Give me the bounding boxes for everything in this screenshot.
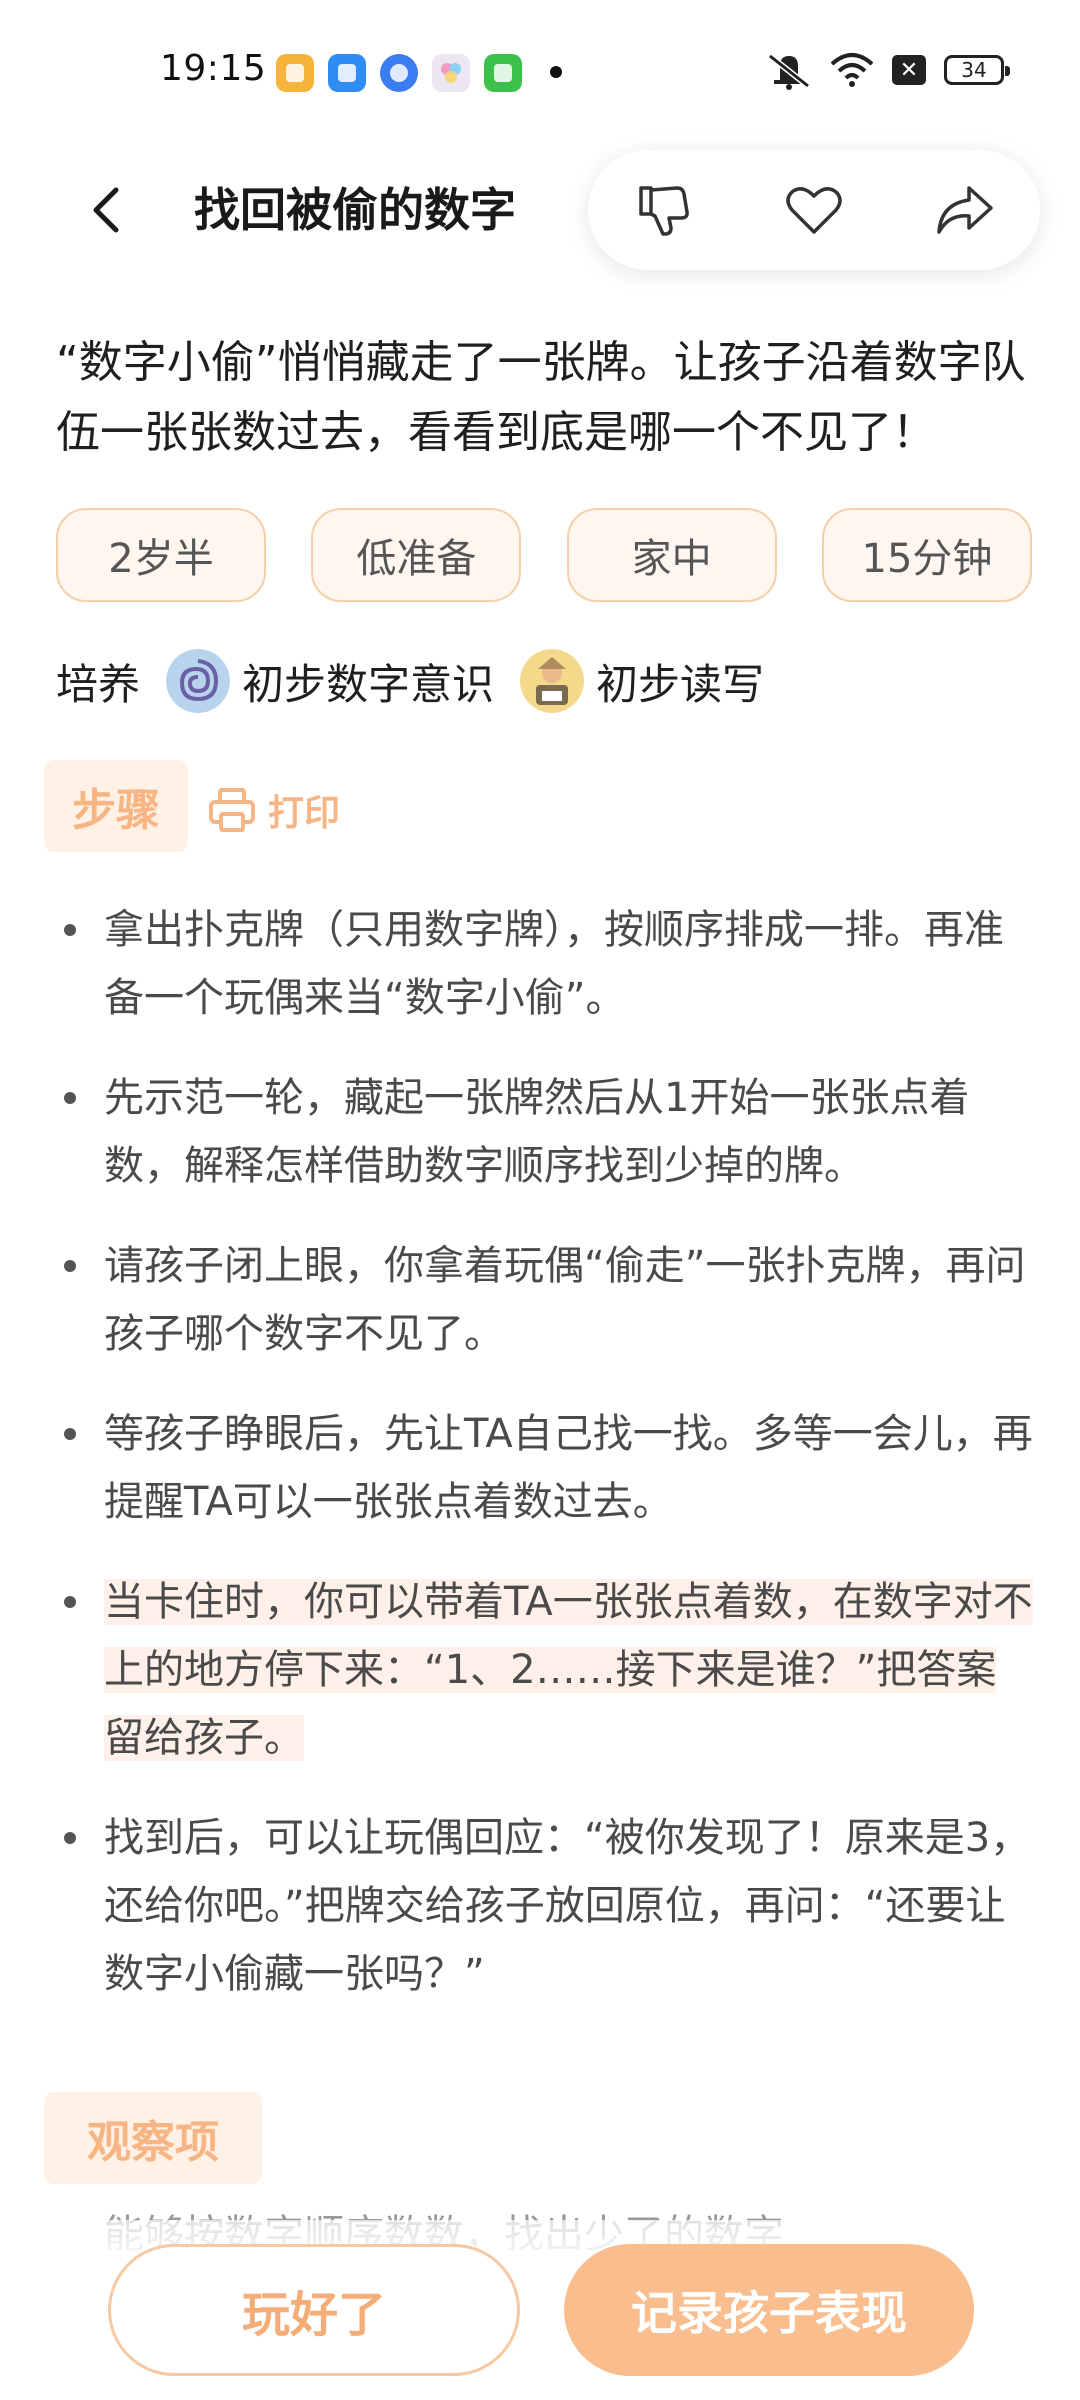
literacy-skill-icon: [520, 649, 585, 713]
gallery-app-icon: [432, 54, 470, 92]
back-arrow-icon: [93, 187, 119, 233]
steps-list: 拿出扑克牌（只用数字牌），按顺序排成一排。再准备一个玩偶来当“数字小偷”。 先示…: [56, 896, 1036, 2040]
skill-number-sense: 初步数字意识: [242, 659, 495, 709]
share-icon: [936, 186, 993, 234]
highlighted-step-text: 当卡住时，你可以带着TA一张张点着数，在数字对不上的地方停下来：“1、2……接下…: [104, 1579, 1033, 1761]
activity-description: “数字小偷”悄悄藏走了一张牌。让孩子沿着数字队伍一张张数过去，看看到底是哪一个不…: [56, 337, 1026, 458]
close-box-icon: ✕: [892, 55, 926, 85]
favorite-button[interactable]: [774, 170, 854, 250]
status-bar: 19:15 ✕ 34: [0, 0, 1080, 140]
record-performance-button[interactable]: 记录孩子表现: [564, 2244, 974, 2376]
page-title: 找回被偷的数字: [194, 183, 516, 237]
more-notifications-dot: [550, 66, 562, 78]
tag-location: 家中: [566, 508, 777, 602]
files-app-icon: [328, 54, 366, 92]
tag-list: 2岁半 低准备 家中 15分钟: [56, 508, 1032, 602]
done-button[interactable]: 玩好了: [108, 2244, 520, 2376]
tag-preparation: 低准备: [311, 508, 522, 602]
action-group: [588, 150, 1040, 270]
battery-icon: 34: [944, 55, 1010, 85]
step-item-highlighted: 当卡住时，你可以带着TA一张张点着数，在数字对不上的地方停下来：“1、2……接下…: [56, 1568, 1036, 1772]
share-button[interactable]: [925, 170, 1005, 250]
skill-literacy: 初步读写: [596, 659, 765, 709]
notification-icons: [276, 54, 522, 92]
dislike-button[interactable]: [623, 170, 703, 250]
step-item: 找到后，可以让玩偶回应：“被你发现了！原来是3，还给你吧。”把牌交给孩子放回原位…: [56, 1804, 1036, 2008]
number-sense-skill-icon: [166, 649, 231, 713]
print-label: 打印: [268, 793, 341, 834]
printer-icon: [209, 788, 255, 832]
step-item: 等孩子睁眼后，先让TA自己找一找。多等一会儿，再提醒TA可以一张张点着数过去。: [56, 1400, 1036, 1536]
wechat-app-icon: [484, 54, 522, 92]
step-item: 拿出扑克牌（只用数字牌），按顺序排成一排。再准备一个玩偶来当“数字小偷”。: [56, 896, 1036, 1032]
header: 找回被偷的数字: [0, 140, 1080, 280]
mute-icon: [768, 53, 810, 90]
system-status-icons: ✕ 34: [766, 50, 1010, 90]
observation-heading: 观察项: [44, 2092, 262, 2184]
dislike-icon: [639, 186, 690, 236]
books-app-icon: [276, 54, 314, 92]
back-button[interactable]: [80, 180, 130, 240]
step-item: 请孩子闭上眼，你拿着玩偶“偷走”一张扑克牌，再问孩子哪个数字不见了。: [56, 1232, 1036, 1368]
steps-heading: 步骤: [44, 760, 188, 852]
tag-duration: 15分钟: [821, 508, 1032, 602]
tag-age: 2岁半: [56, 508, 266, 602]
print-button[interactable]: 打印: [208, 780, 340, 840]
status-time: 19:15: [160, 48, 267, 89]
step-item: 先示范一轮，藏起一张牌然后从1开始一张张点着数，解释怎样借助数字顺序找到少掉的牌…: [56, 1064, 1036, 1200]
browser-app-icon: [380, 54, 418, 92]
skills-row: 培养 初步数字意识 初步读写: [56, 646, 790, 716]
wifi-icon: [830, 53, 874, 87]
heart-icon: [786, 187, 842, 234]
skills-label: 培养: [56, 659, 141, 709]
